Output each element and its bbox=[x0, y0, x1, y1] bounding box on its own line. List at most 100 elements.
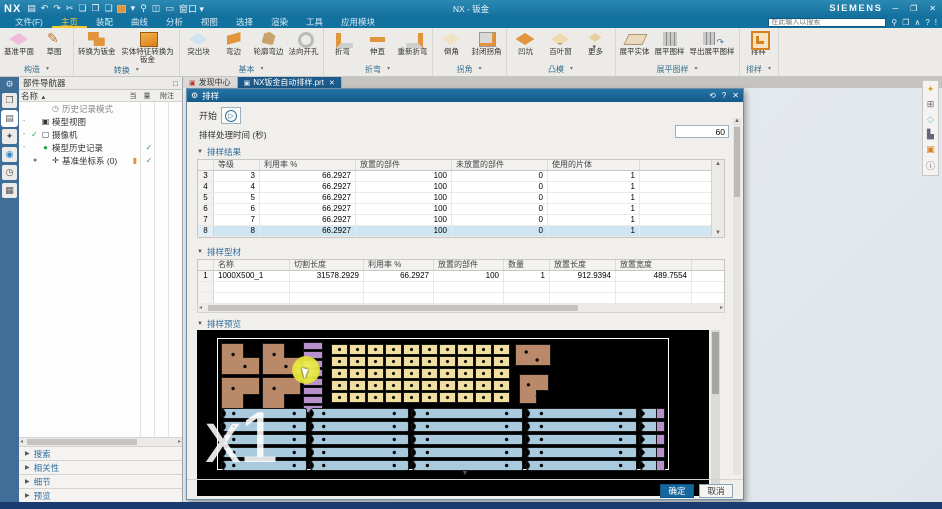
close-button[interactable]: ✕ bbox=[927, 4, 938, 13]
ribbon-button[interactable]: 转换为钣金 bbox=[76, 29, 118, 56]
ok-button[interactable]: 确定 bbox=[660, 484, 694, 498]
table-row[interactable]: 6666.292710001 bbox=[198, 204, 724, 215]
cancel-button[interactable]: 取消 bbox=[699, 484, 733, 498]
chart-icon[interactable]: ▙ bbox=[927, 129, 934, 140]
dropdown-icon[interactable]: ▾ bbox=[570, 63, 573, 76]
stock-table-hscrollbar[interactable]: ◂ ▸ bbox=[197, 304, 725, 313]
roles-icon[interactable]: ▦ bbox=[2, 183, 17, 198]
menu-item[interactable]: 渲染 bbox=[262, 17, 297, 28]
reuse-library-icon[interactable]: ✦ bbox=[2, 129, 17, 144]
menu-item[interactable]: 分析 bbox=[157, 17, 192, 28]
search-icon[interactable]: ⚲ bbox=[891, 18, 897, 27]
qat-icon[interactable]: ❏ bbox=[78, 3, 86, 14]
web-browser-icon[interactable]: ◉ bbox=[2, 147, 17, 162]
gear-icon[interactable]: ⚙ bbox=[2, 79, 17, 90]
help-icon[interactable]: ? bbox=[925, 18, 929, 27]
tree-item[interactable]: -▣模型视图 bbox=[19, 115, 182, 128]
tree-item[interactable]: ◷历史记录模式 bbox=[19, 102, 182, 115]
dropdown-icon[interactable]: ▾ bbox=[768, 63, 771, 76]
assembly-navigator-icon[interactable]: ❒ bbox=[2, 93, 17, 108]
ribbon-button[interactable]: 重新折弯 bbox=[396, 29, 430, 56]
results-table-scrollbar[interactable]: ▲ ▼ bbox=[711, 160, 724, 237]
minimize-button[interactable]: ─ bbox=[890, 4, 900, 13]
dialog-help-icon[interactable]: ? bbox=[722, 91, 726, 100]
menu-item[interactable]: 应用模块 bbox=[332, 17, 384, 28]
ribbon-button[interactable]: 突出块 bbox=[182, 29, 216, 56]
section-results[interactable]: ▼ 排样结果 bbox=[197, 146, 241, 158]
navigator-section-item[interactable]: ▶预览 bbox=[19, 488, 182, 502]
ribbon-button[interactable]: 凹坑 bbox=[509, 29, 543, 56]
qat-icon[interactable]: ❐ bbox=[92, 3, 100, 14]
ribbon-button[interactable]: 更多 bbox=[579, 29, 613, 56]
table-row[interactable]: 7766.292710001 bbox=[198, 215, 724, 226]
table-row[interactable]: 11000X500_131578.292966.29271001912.9394… bbox=[198, 271, 724, 282]
base-face-icon[interactable]: ◇ bbox=[927, 114, 934, 125]
ribbon-button[interactable]: 导出展平图样 bbox=[688, 29, 737, 56]
column-name[interactable]: 名称 ▲ bbox=[21, 90, 126, 102]
qat-icon[interactable]: ❑ bbox=[105, 3, 113, 14]
menu-item[interactable]: 文件(F) bbox=[6, 17, 52, 28]
dropdown-icon[interactable]: ▾ bbox=[694, 63, 697, 76]
command-finder-icon[interactable]: ⚲ bbox=[140, 3, 147, 14]
touch-icon[interactable]: ◫ bbox=[152, 3, 161, 14]
table-row[interactable]: 5566.292710001 bbox=[198, 193, 724, 204]
ribbon-button[interactable]: 弯边 bbox=[217, 29, 251, 56]
ribbon-button[interactable]: 封闭拐角 bbox=[470, 29, 504, 56]
ribbon-button[interactable]: 百叶窗 bbox=[544, 29, 578, 56]
dialog-title-bar[interactable]: ⚙ 排样 ⟲ ? ✕ bbox=[187, 89, 743, 102]
dropdown-icon[interactable]: ▾ bbox=[131, 3, 136, 14]
ribbon-button[interactable]: 排样 bbox=[742, 29, 776, 56]
search-input[interactable] bbox=[768, 18, 886, 27]
view-tab[interactable]: ▣NX钣金自动排样.prt✕ bbox=[238, 77, 342, 88]
navigator-section-item[interactable]: ▶相关性 bbox=[19, 460, 182, 474]
dialog-close-icon[interactable]: ✕ bbox=[732, 91, 739, 100]
dropdown-icon[interactable]: ▾ bbox=[46, 63, 49, 76]
dropdown-icon[interactable]: ▾ bbox=[478, 63, 481, 76]
ribbon-button[interactable]: 展平实体 bbox=[618, 29, 652, 56]
part-navigator-icon[interactable]: ▤ bbox=[2, 111, 17, 126]
dialog-scrollbar[interactable]: ▲ bbox=[733, 118, 741, 475]
fullscreen-icon[interactable]: ❒ bbox=[902, 18, 909, 27]
minimize-ribbon-icon[interactable]: ∧ bbox=[914, 18, 920, 27]
qat-icon[interactable]: ↶ bbox=[41, 3, 49, 14]
dropdown-icon[interactable]: ▾ bbox=[136, 64, 139, 77]
ribbon-button[interactable]: 折弯 bbox=[326, 29, 360, 56]
tree-item[interactable]: -●模型历史记录✓ bbox=[19, 141, 182, 154]
qat-icon[interactable]: ▤ bbox=[27, 3, 36, 14]
dropdown-icon[interactable]: ▾ bbox=[387, 63, 390, 76]
dialog-reset-icon[interactable]: ⟲ bbox=[709, 91, 716, 100]
table-row[interactable]: 3366.292710001 bbox=[198, 171, 724, 182]
section-preview[interactable]: ▼ 排样预览 bbox=[197, 318, 241, 330]
view-tab[interactable]: ▣发现中心 bbox=[183, 77, 238, 88]
ribbon-button[interactable]: 倒角 bbox=[435, 29, 469, 56]
restore-button[interactable]: ❐ bbox=[908, 4, 919, 13]
start-button[interactable]: ▷ bbox=[221, 107, 241, 124]
table-row[interactable]: 8866.292710001 bbox=[198, 226, 724, 237]
color-swatch-icon[interactable] bbox=[117, 5, 126, 13]
ribbon-button[interactable]: 实体特征转换为钣金 bbox=[119, 29, 177, 64]
nesting-shortcut-icon[interactable]: ▣ bbox=[926, 144, 935, 155]
window-icon[interactable]: ▭ bbox=[165, 3, 174, 14]
ribbon-button[interactable]: 轮廓弯边 bbox=[252, 29, 286, 56]
column-comment[interactable]: 附注 bbox=[154, 91, 180, 101]
ribbon-button[interactable]: 伸直 bbox=[361, 29, 395, 56]
column-quantity[interactable]: 量 bbox=[140, 91, 154, 101]
dropdown-icon[interactable]: ▾ bbox=[260, 63, 263, 76]
ribbon-button[interactable]: 基准平面 bbox=[2, 29, 36, 56]
menu-item[interactable]: 主页 bbox=[52, 17, 87, 28]
table-row[interactable]: 4466.292710001 bbox=[198, 182, 724, 193]
ribbon-button[interactable]: 法向开孔 bbox=[287, 29, 321, 56]
nesting-preview-canvas[interactable]: x1 bbox=[197, 330, 709, 496]
window-menu[interactable]: 窗口 ▾ bbox=[179, 2, 204, 15]
flat-pattern-shortcut-icon[interactable]: ⊞ bbox=[927, 99, 935, 110]
ribbon-button[interactable]: 展平图样 bbox=[653, 29, 687, 56]
menu-item[interactable]: 工具 bbox=[297, 17, 332, 28]
qat-icon[interactable]: ✂ bbox=[66, 3, 74, 14]
ribbon-button[interactable]: 草图 bbox=[37, 29, 71, 56]
navigator-section-item[interactable]: ▶搜索 bbox=[19, 446, 182, 460]
navigator-section-item[interactable]: ▶细节 bbox=[19, 474, 182, 488]
time-input[interactable] bbox=[675, 125, 729, 138]
navigator-hscrollbar[interactable]: ◂ ▸ bbox=[19, 437, 182, 446]
info-icon[interactable]: ⓘ bbox=[926, 159, 935, 172]
menu-item[interactable]: 选择 bbox=[227, 17, 262, 28]
